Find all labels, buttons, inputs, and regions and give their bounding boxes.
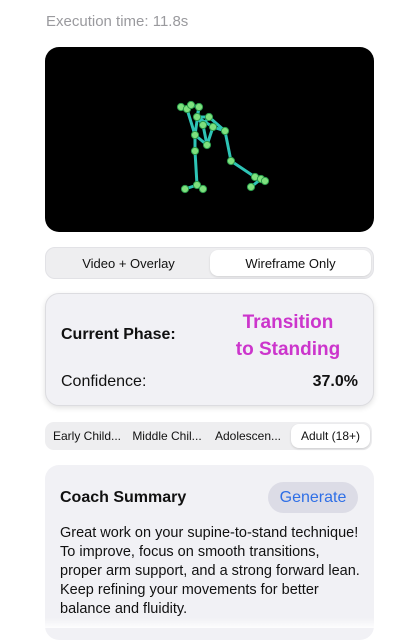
pose-wireframe [176,100,270,194]
age-adolescence-option[interactable]: Adolescen... [207,424,289,448]
coach-summary-card: Coach Summary Generate Great work on you… [45,465,374,640]
age-early-childhood-option[interactable]: Early Child... [47,424,127,448]
wireframe-only-option[interactable]: Wireframe Only [210,250,371,276]
pose-joint [186,100,196,110]
pose-joint [246,182,256,192]
video-overlay-option[interactable]: Video + Overlay [48,250,209,276]
view-mode-control: Video + Overlay Wireframe Only [45,247,374,279]
pose-joint [202,140,212,150]
pose-joint [208,122,218,132]
pose-joint [220,126,230,136]
age-group-control: Early Child... Middle Chil... Adolescen.… [45,422,372,450]
execution-time: Execution time: 11.8s [46,13,189,30]
current-phase-value: Transition to Standing [218,309,358,363]
age-adult-option[interactable]: Adult (18+) [291,424,370,448]
pose-joint [190,146,200,156]
pose-joint [260,176,270,186]
pose-joint [204,112,214,122]
pose-joint [190,130,200,140]
phase-value-line2: to Standing [235,339,341,360]
pose-bone [223,129,233,163]
age-middle-childhood-option[interactable]: Middle Chil... [128,424,206,448]
phase-card: Current Phase: Transition to Standing Co… [45,293,374,406]
confidence-label: Confidence: [61,373,147,390]
pose-bone [229,159,257,179]
pose-video-view [45,47,374,232]
pose-joint [226,156,236,166]
pose-joint [192,112,202,122]
pose-joint [198,120,208,130]
confidence-value: 37.0% [312,373,358,390]
pose-joint [194,102,204,112]
bottom-fade [0,618,418,628]
pose-bone [193,149,199,187]
pose-joint [180,184,190,194]
generate-button[interactable]: Generate [268,482,358,513]
pose-joint [198,184,208,194]
coach-summary-text: Great work on your supine-to-stand techn… [60,525,360,617]
phase-value-line1: Transition [242,312,334,333]
coach-summary-title: Coach Summary [60,489,187,506]
current-phase-label: Current Phase: [61,326,176,343]
